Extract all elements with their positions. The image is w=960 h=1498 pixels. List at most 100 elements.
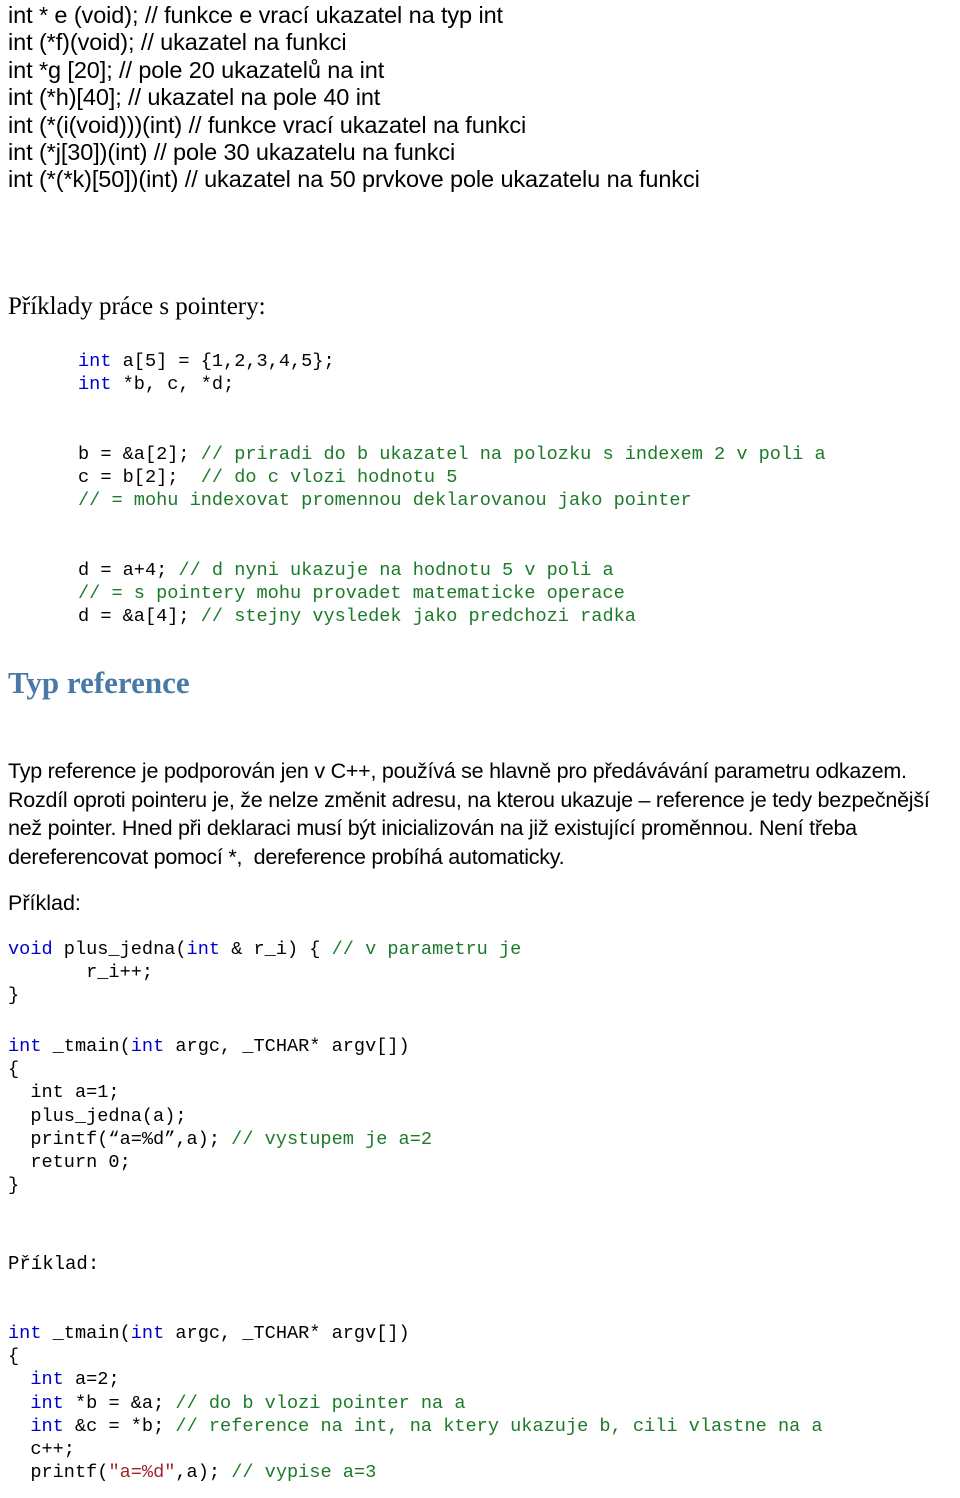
code-token-pln: r_i++;	[8, 962, 154, 984]
code-token-pln: _tmain(	[41, 1036, 131, 1057]
code-line: // = s pointery mohu provadet matematick…	[78, 582, 826, 605]
paragraph-line: Typ reference je podporován jen v C++, p…	[8, 759, 907, 783]
code-token-pln: printf(“a=%d”,a);	[8, 1128, 232, 1150]
paragraph-line: než pointer. Hned při deklaraci musí být…	[8, 816, 857, 841]
code-token-kw: int	[186, 939, 221, 960]
code-token-pln: argc, _TCHAR* argv[])	[164, 1036, 410, 1057]
code-token-pln: c++;	[8, 1439, 75, 1461]
declaration-line: int * e (void); // funkce e vrací ukazat…	[8, 2, 503, 28]
code-token-pln: _tmain(	[41, 1323, 131, 1344]
code-token-cmt: // = s pointery mohu provadet matematick…	[78, 583, 625, 605]
declaration-line: int (*h)[40]; // ukazatel na pole 40 int	[8, 84, 381, 111]
code-token-cmt: // do c vlozi hodnotu 5	[200, 467, 458, 489]
paragraph-line: dereferencovat pomocí *, dereference pro…	[8, 844, 565, 869]
code-line: int _tmain(int argc, _TCHAR* argv[])	[8, 1035, 432, 1058]
code-token-pln: {	[8, 1346, 20, 1368]
code-token-pln	[8, 1369, 30, 1390]
document-page: int * e (void); // funkce e vrací ukazat…	[0, 0, 960, 1498]
code-token-pln: {	[8, 1059, 20, 1081]
code-token-pln: &c = *b;	[63, 1415, 176, 1437]
code-token-cmt: // v parametru je	[331, 939, 522, 960]
code-token-cmt: // stejny vysledek jako predchozi radka	[200, 606, 636, 628]
code-token-kw: int	[8, 1323, 42, 1344]
code-token-pln: }	[8, 985, 20, 1007]
code-line: int a=1;	[8, 1081, 432, 1104]
code-line: int *b, c, *d;	[78, 373, 826, 396]
code-token-cmt: // priradi do b ukazatel na polozku s in…	[200, 443, 826, 465]
declaration-line: int (*j[30])(int) // pole 30 ukazatelu n…	[8, 139, 456, 166]
code-token-cmt: // d nyni ukazuje na hodnotu 5 v poli a	[178, 559, 614, 581]
code-token-cmt: // reference na int, na ktery ukazuje b,…	[175, 1415, 823, 1437]
code-token-kw: int	[130, 1323, 165, 1344]
code-line: void plus_jedna(int & r_i) { // v parame…	[8, 938, 521, 961]
code-token-pln: plus_jedna(a);	[8, 1105, 187, 1127]
code-line: return 0;	[8, 1151, 432, 1174]
paragraph-typ-reference: Typ reference je podporován jen v C++, p…	[8, 757, 956, 871]
code-token-pln: *b, c, *d;	[111, 374, 235, 396]
code-line: c++;	[8, 1438, 823, 1461]
code-block-pointer-examples: int a[5] = {1,2,3,4,5}; int *b, c, *d; b …	[78, 350, 826, 628]
code-token-kw: int	[30, 1392, 64, 1414]
declaration-line: int (*(*k)[50])(int) // ukazatel na 50 p…	[8, 166, 700, 193]
code-token-pln: d = &a[4];	[78, 606, 201, 628]
code-line: printf(“a=%d”,a); // vystupem je a=2	[8, 1128, 432, 1151]
code-token-pln: a[5] = {1,2,3,4,5};	[111, 351, 335, 372]
code-token-pln: ,a);	[175, 1462, 232, 1484]
code-token-cmt: // vypise a=3	[231, 1462, 377, 1484]
code-token-kw: int	[130, 1036, 165, 1057]
code-token-pln	[8, 1416, 30, 1437]
code-token-kw: int	[30, 1415, 64, 1437]
code-token-pln: int a=1;	[8, 1082, 120, 1104]
declaration-line: int (*(i(void)))(int) // funkce vrací uk…	[8, 111, 527, 138]
code-line: int a=2;	[8, 1368, 823, 1391]
code-block-tmain-1: int _tmain(int argc, _TCHAR* argv[]){ in…	[8, 1035, 432, 1197]
code-line: r_i++;	[8, 961, 521, 984]
paragraph-line: Rozdíl oproti pointeru je, že nelze změn…	[8, 787, 930, 812]
code-line: int &c = *b; // reference na int, na kte…	[8, 1415, 823, 1438]
code-line: b = &a[2]; // priradi do b ukazatel na p…	[78, 443, 826, 466]
code-token-kw: int	[30, 1369, 64, 1391]
code-line: c = b[2]; // do c vlozi hodnotu 5	[78, 466, 826, 489]
code-token-pln: & r_i) {	[220, 939, 332, 960]
code-line: d = &a[4]; // stejny vysledek jako predc…	[78, 605, 826, 628]
code-token-pln	[8, 1393, 30, 1414]
code-token-cmt: // vystupem je a=2	[231, 1128, 433, 1150]
code-token-pln: a=2;	[63, 1369, 120, 1391]
code-line: {	[8, 1058, 432, 1081]
heading-typ-reference: Typ reference	[8, 665, 190, 700]
code-token-cmt: // do b vlozi pointer na a	[175, 1392, 466, 1414]
code-token-pln: d = a+4;	[78, 559, 179, 581]
declaration-line: int (*f)(void); // ukazatel na funkci	[8, 29, 347, 56]
code-token-pln: argc, _TCHAR* argv[])	[164, 1323, 410, 1344]
label-priklad-2: Příklad:	[8, 1253, 100, 1275]
code-block-plus-jedna: void plus_jedna(int & r_i) { // v parame…	[8, 938, 521, 1008]
code-token-kw: int	[78, 374, 112, 396]
code-token-pln: c = b[2];	[78, 467, 201, 489]
code-token-kw: int	[78, 351, 112, 372]
code-token-kw: void	[8, 939, 53, 960]
code-line: d = a+4; // d nyni ukazuje na hodnotu 5 …	[78, 559, 826, 582]
code-line: {	[8, 1345, 823, 1368]
code-line: plus_jedna(a);	[8, 1105, 432, 1128]
code-block-tmain-2: int _tmain(int argc, _TCHAR* argv[]){ in…	[8, 1322, 823, 1484]
declaration-line: int *g [20]; // pole 20 ukazatelů na int	[8, 56, 385, 83]
code-token-pln: *b = &a;	[63, 1392, 176, 1414]
declaration-list: int * e (void); // funkce e vrací ukazat…	[8, 2, 952, 194]
code-line: // = mohu indexovat promennou deklarovan…	[78, 489, 826, 512]
code-token-str: "a=%d"	[108, 1462, 176, 1484]
code-line: int _tmain(int argc, _TCHAR* argv[])	[8, 1322, 823, 1345]
code-token-pln: plus_jedna(	[52, 939, 187, 960]
code-token-cmt: // = mohu indexovat promennou deklarovan…	[78, 490, 692, 512]
code-token-pln: return 0;	[8, 1152, 131, 1174]
code-line: }	[8, 1174, 432, 1197]
code-line: int *b = &a; // do b vlozi pointer na a	[8, 1392, 823, 1415]
heading-priklady-prace-s-pointery: Příklady práce s pointery:	[8, 293, 266, 320]
code-token-kw: int	[8, 1036, 42, 1057]
code-line: printf("a=%d",a); // vypise a=3	[8, 1461, 823, 1484]
label-priklad-1: Příklad:	[8, 891, 81, 915]
code-token-pln: }	[8, 1175, 20, 1197]
